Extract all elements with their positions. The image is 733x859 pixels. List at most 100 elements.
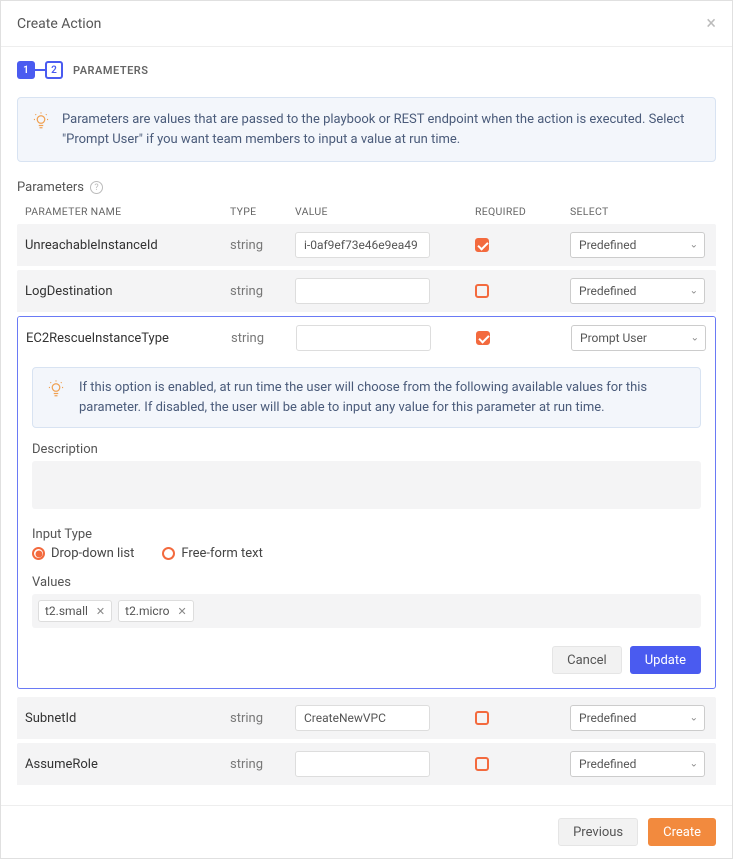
value-tag: t2.micro ✕ [118, 600, 194, 622]
step-connector [35, 69, 45, 71]
param-type: string [230, 757, 295, 772]
param-name: SubnetId [25, 711, 230, 726]
select-dropdown[interactable]: Prompt User ⌄ [571, 325, 706, 351]
col-header-required: REQUIRED [475, 205, 570, 218]
required-checkbox[interactable] [475, 238, 489, 252]
value-tag: t2.small ✕ [38, 600, 112, 622]
create-button[interactable]: Create [648, 818, 716, 846]
param-row-ec2rescueinstancetype[interactable]: EC2RescueInstanceType string Prompt User… [18, 317, 715, 359]
values-label: Values [32, 575, 701, 590]
select-value: Predefined [579, 284, 636, 298]
param-value-cell [295, 705, 465, 731]
input-type-radio-group: Drop-down list Free-form text [32, 546, 701, 561]
select-value: Predefined [579, 757, 636, 771]
info-text: Parameters are values that are passed to… [62, 110, 701, 149]
lightbulb-icon [32, 112, 50, 130]
param-value-cell [295, 278, 465, 304]
modal-title: Create Action [17, 16, 101, 32]
content-area: Parameters are values that are passed to… [1, 97, 732, 795]
parameters-info-banner: Parameters are values that are passed to… [17, 97, 716, 162]
parameters-section-label: Parameters ? [17, 180, 716, 195]
param-name: EC2RescueInstanceType [26, 331, 231, 346]
param-row-logdestination[interactable]: LogDestination string Predefined ⌄ [17, 270, 716, 316]
param-type: string [230, 284, 295, 299]
select-dropdown[interactable]: Predefined ⌄ [570, 705, 705, 731]
param-value-input[interactable] [295, 705, 430, 731]
remove-tag-icon[interactable]: ✕ [178, 605, 187, 618]
param-row-ec2rescueinstancetype-expanded: EC2RescueInstanceType string Prompt User… [17, 316, 716, 689]
param-required-cell [475, 238, 570, 252]
step-label: PARAMETERS [73, 64, 148, 77]
param-row-assumerole[interactable]: AssumeRole string Predefined ⌄ [17, 743, 716, 789]
previous-button[interactable]: Previous [558, 818, 638, 846]
param-required-cell [476, 331, 571, 345]
radio-dot-icon [162, 547, 175, 560]
radio-label: Free-form text [181, 546, 263, 561]
tag-text: t2.micro [125, 604, 169, 618]
input-type-label: Input Type [32, 527, 701, 542]
description-label: Description [32, 442, 701, 457]
radio-dot-icon [32, 547, 45, 560]
param-required-cell [475, 284, 570, 298]
param-name: LogDestination [25, 284, 230, 299]
param-value-cell [296, 325, 466, 351]
chevron-down-icon: ⌄ [691, 333, 699, 344]
update-button[interactable]: Update [630, 646, 701, 674]
param-value-input[interactable] [295, 751, 430, 777]
select-value: Prompt User [580, 331, 647, 345]
param-value-cell [295, 232, 465, 258]
select-dropdown[interactable]: Predefined ⌄ [570, 232, 705, 258]
param-select-cell: Predefined ⌄ [570, 705, 708, 731]
select-value: Predefined [579, 711, 636, 725]
remove-tag-icon[interactable]: ✕ [96, 605, 105, 618]
col-header-select: SELECT [570, 205, 708, 218]
param-type: string [230, 238, 295, 253]
wizard-stepper: 1 2 PARAMETERS [1, 47, 732, 97]
param-select-cell: Predefined ⌄ [570, 232, 708, 258]
required-checkbox[interactable] [475, 757, 489, 771]
chevron-down-icon: ⌄ [690, 759, 698, 770]
param-value-input[interactable] [296, 325, 431, 351]
required-checkbox[interactable] [475, 284, 489, 298]
param-required-cell [475, 757, 570, 771]
col-header-name: PARAMETER NAME [25, 205, 230, 218]
select-value: Predefined [579, 238, 636, 252]
chevron-down-icon: ⌄ [690, 286, 698, 297]
col-header-type: TYPE [230, 205, 295, 218]
radio-dropdown-list[interactable]: Drop-down list [32, 546, 134, 561]
required-checkbox[interactable] [476, 331, 490, 345]
param-value-input[interactable] [295, 278, 430, 304]
parameters-table-header: PARAMETER NAME TYPE VALUE REQUIRED SELEC… [17, 199, 716, 224]
chevron-down-icon: ⌄ [690, 713, 698, 724]
section-title: Parameters [17, 180, 84, 195]
chevron-down-icon: ⌄ [690, 240, 698, 251]
param-type: string [231, 331, 296, 346]
description-textarea[interactable] [32, 461, 701, 509]
required-checkbox[interactable] [475, 711, 489, 725]
param-select-cell: Predefined ⌄ [570, 278, 708, 304]
modal-body: 1 2 PARAMETERS Parameters are values tha… [1, 47, 732, 805]
help-icon[interactable]: ? [90, 181, 103, 194]
prompt-user-info-banner: If this option is enabled, at run time t… [32, 367, 701, 428]
param-select-cell: Prompt User ⌄ [571, 325, 707, 351]
select-dropdown[interactable]: Predefined ⌄ [570, 278, 705, 304]
modal-header: Create Action × [1, 1, 732, 47]
param-type: string [230, 711, 295, 726]
modal-footer: Previous Create [1, 805, 732, 858]
radio-freeform-text[interactable]: Free-form text [162, 546, 263, 561]
cancel-button[interactable]: Cancel [552, 646, 622, 674]
create-action-modal: Create Action × 1 2 PARAMETERS P [0, 0, 733, 859]
step-2[interactable]: 2 [45, 61, 63, 79]
param-row-subnetid[interactable]: SubnetId string Predefined ⌄ [17, 697, 716, 743]
step-1[interactable]: 1 [17, 61, 35, 79]
close-icon[interactable]: × [706, 13, 716, 34]
param-row-unreachableinstanceid[interactable]: UnreachableInstanceId string Predefined … [17, 224, 716, 270]
param-name: AssumeRole [25, 757, 230, 772]
param-value-input[interactable] [295, 232, 430, 258]
values-tag-input[interactable]: t2.small ✕ t2.micro ✕ [32, 594, 701, 628]
radio-label: Drop-down list [51, 546, 134, 561]
expanded-panel: If this option is enabled, at run time t… [18, 359, 715, 688]
param-required-cell [475, 711, 570, 725]
select-dropdown[interactable]: Predefined ⌄ [570, 751, 705, 777]
expanded-actions: Cancel Update [32, 646, 701, 674]
